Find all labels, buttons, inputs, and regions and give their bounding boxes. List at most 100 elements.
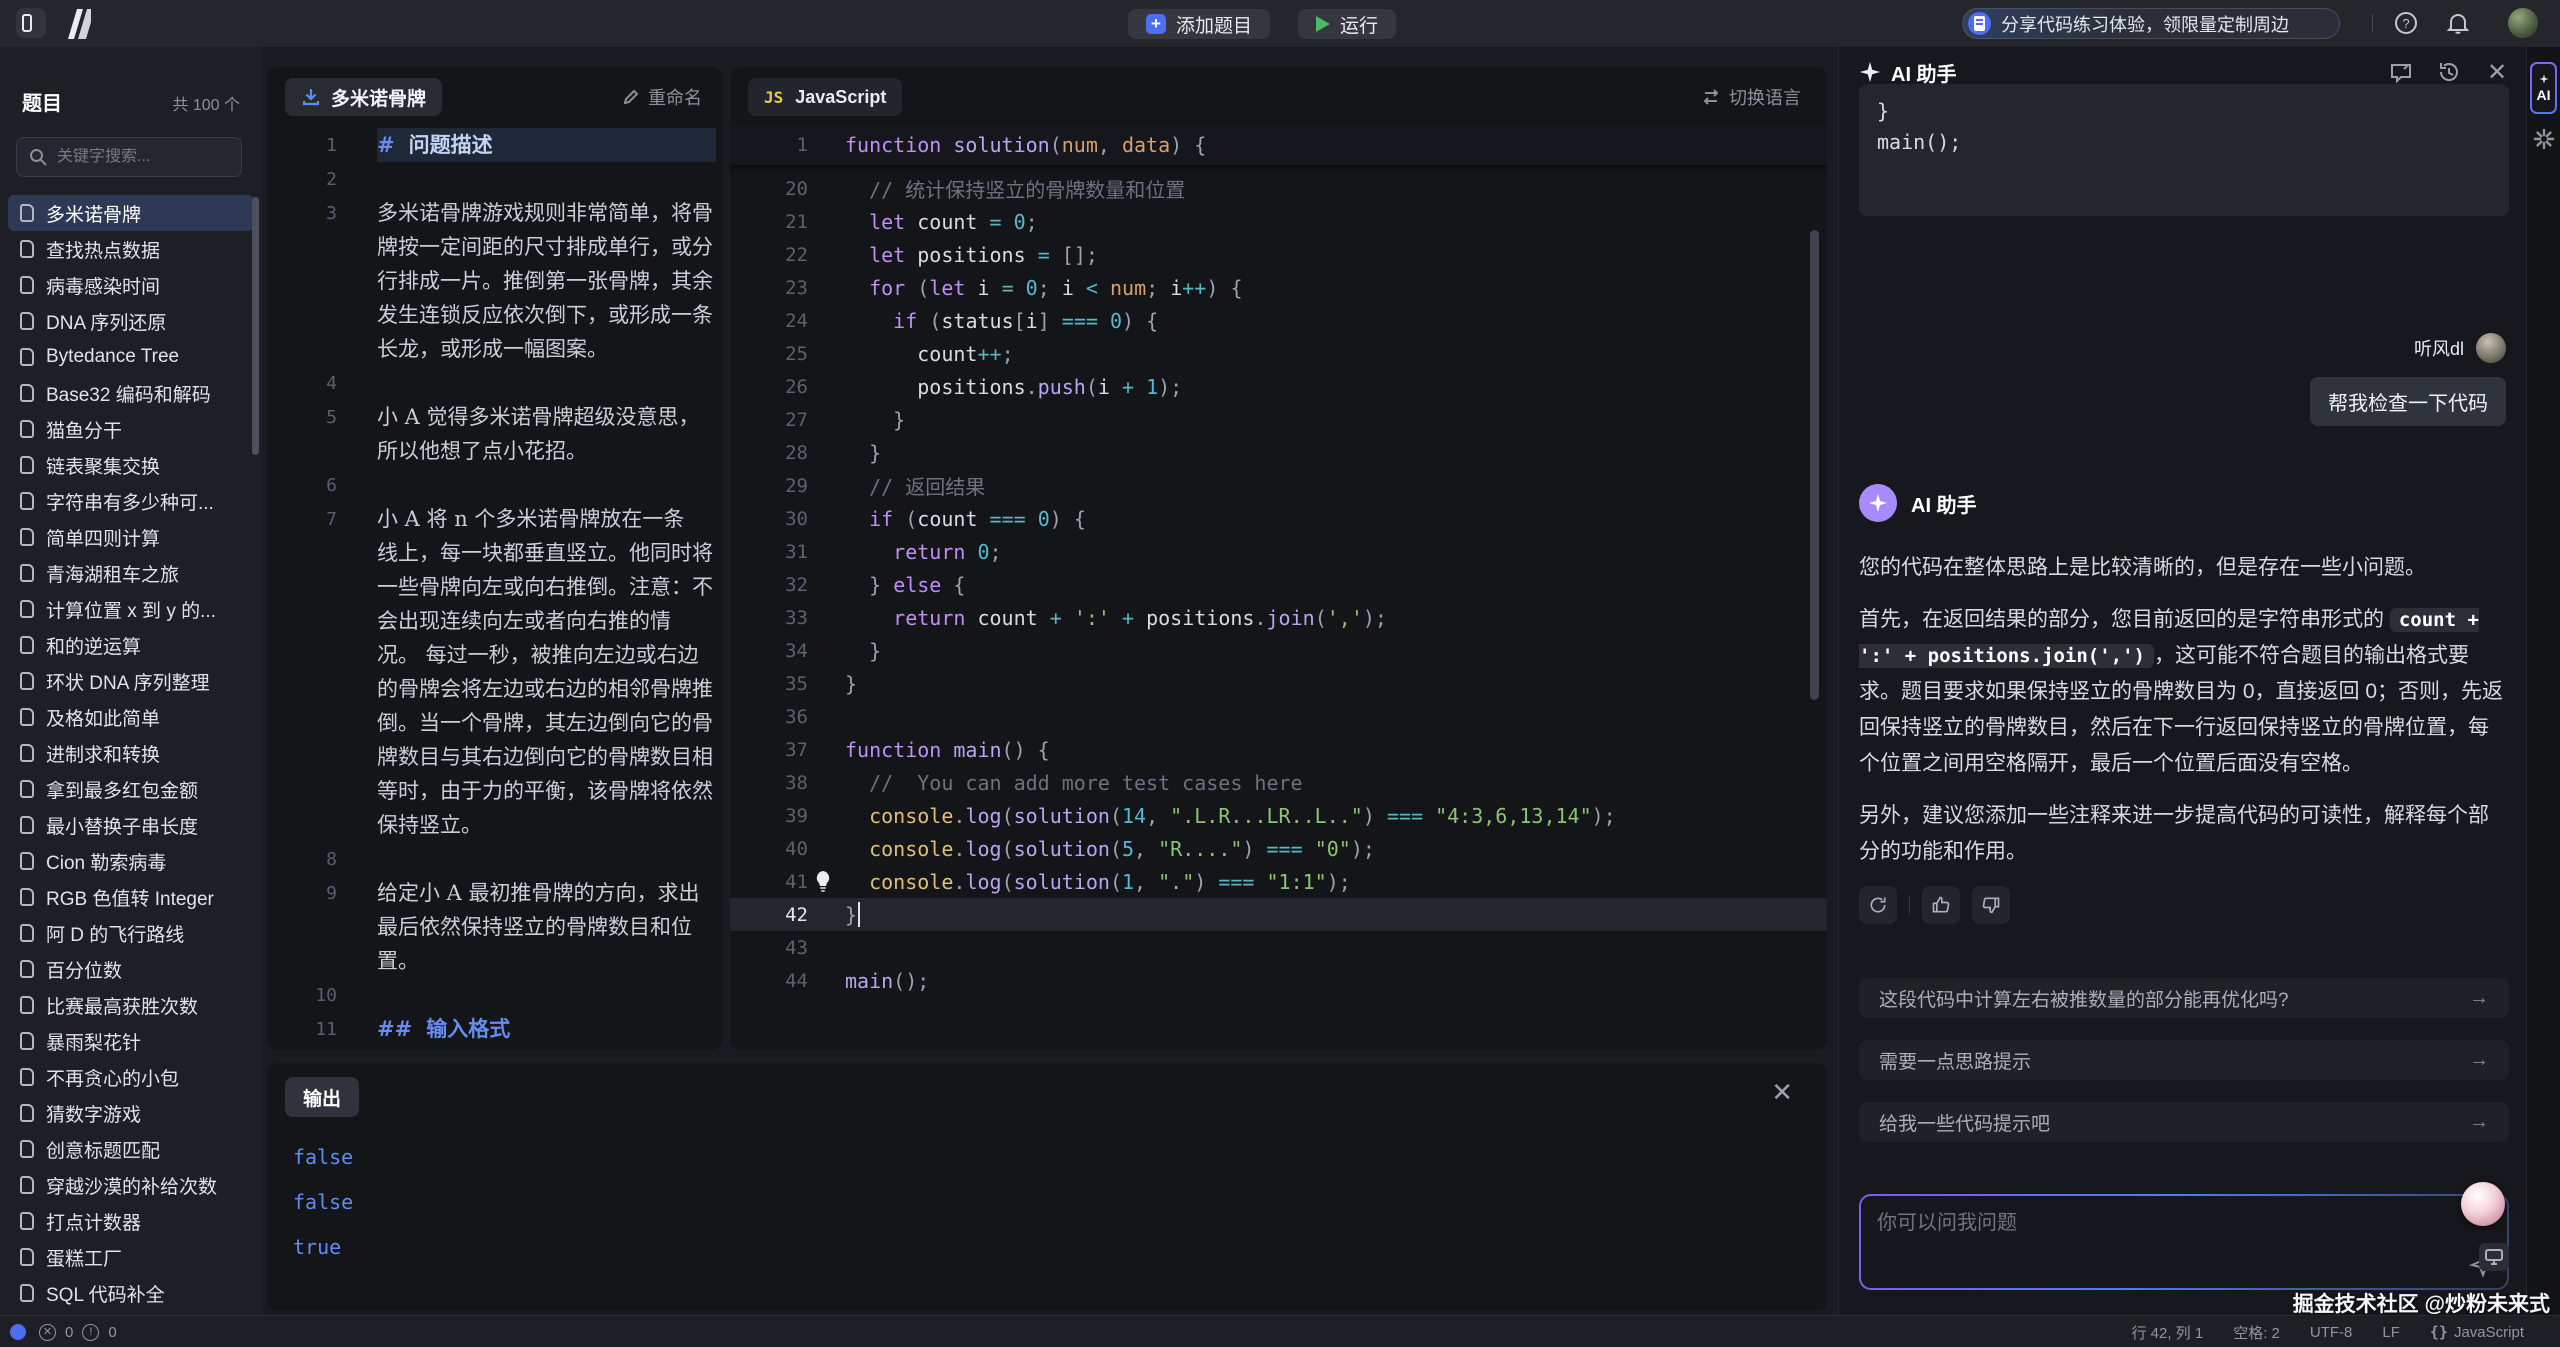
code-editor[interactable]: 1function solution(num, data) { 20 // 统计… [730, 125, 1827, 1050]
sticky-code-line[interactable]: 1function solution(num, data) { [730, 125, 1827, 165]
chat-input-box[interactable] [1859, 1194, 2509, 1290]
problem-list-item[interactable]: 打点计数器 [8, 1203, 254, 1239]
problem-list-item[interactable]: Bytedance Tree [8, 339, 254, 375]
problem-list-item[interactable]: DNA 序列还原 [8, 303, 254, 339]
monitor-icon[interactable] [2479, 1243, 2509, 1271]
close-icon[interactable]: ✕ [2484, 59, 2510, 85]
problem-list-item[interactable]: 计算位置 x 到 y 的... [8, 591, 254, 627]
problem-list-item[interactable]: 百分位数 [8, 951, 254, 987]
extension-icon[interactable] [2532, 127, 2556, 151]
code-line[interactable]: 40 console.log(solution(5, "R....") === … [730, 832, 1827, 865]
code-line[interactable]: 42} [730, 898, 1827, 931]
mascot-avatar[interactable] [2461, 1182, 2505, 1226]
problem-list-item[interactable]: 创意标题匹配 [8, 1131, 254, 1167]
code-line[interactable]: 20 // 统计保持竖立的骨牌数量和位置 [730, 172, 1827, 205]
problem-list-item[interactable]: 拿到最多红包金额 [8, 771, 254, 807]
regenerate-button[interactable] [1859, 886, 1897, 924]
code-line[interactable]: 34 } [730, 634, 1827, 667]
problem-list-item[interactable]: 进制求和转换 [8, 735, 254, 771]
code-lines[interactable]: 20 // 统计保持竖立的骨牌数量和位置21 let count = 0;22 … [730, 165, 1827, 997]
add-problem-button[interactable]: + 添加题目 [1128, 9, 1270, 39]
problem-list-item[interactable]: 链表聚集交换 [8, 447, 254, 483]
status-indicator-icon[interactable] [10, 1324, 26, 1340]
code-line[interactable]: 22 let positions = []; [730, 238, 1827, 271]
warnings-icon[interactable]: ! [82, 1324, 99, 1341]
switch-language-button[interactable]: 切换语言 [1701, 84, 1801, 110]
problem-list-item[interactable]: 简单四则计算 [8, 519, 254, 555]
code-line[interactable]: 32 } else { [730, 568, 1827, 601]
code-line[interactable]: 38 // You can add more test cases here [730, 766, 1827, 799]
problem-list-item[interactable]: Base32 编码和解码 [8, 375, 254, 411]
problem-list-item[interactable]: 多米诺骨牌 [8, 195, 254, 231]
code-line[interactable]: 30 if (count === 0) { [730, 502, 1827, 535]
code-line[interactable]: 39 console.log(solution(14, ".L.R...LR..… [730, 799, 1827, 832]
code-line[interactable]: 26 positions.push(i + 1); [730, 370, 1827, 403]
problem-list-item[interactable]: 查找热点数据 [8, 231, 254, 267]
suggestion-pill[interactable]: 需要一点思路提示→ [1859, 1040, 2509, 1080]
language-mode[interactable]: {}JavaScript [2430, 1323, 2524, 1341]
history-icon[interactable] [2436, 59, 2462, 85]
code-line[interactable]: 35} [730, 667, 1827, 700]
errors-icon[interactable]: ✕ [39, 1324, 56, 1341]
description-tab[interactable]: 多米诺骨牌 [285, 78, 442, 116]
problem-list-item[interactable]: 暴雨梨花针 [8, 1023, 254, 1059]
code-line[interactable]: 31 return 0; [730, 535, 1827, 568]
code-line[interactable]: 24 if (status[i] === 0) { [730, 304, 1827, 337]
new-conversation-icon[interactable] [2388, 59, 2414, 85]
code-line[interactable]: 29 // 返回结果 [730, 469, 1827, 502]
problem-list-item[interactable]: 病毒感染时间 [8, 267, 254, 303]
markdown-source[interactable]: 1#问题描述23多米诺骨牌游戏规则非常简单，将骨牌按一定间距的尺寸排成单行，或分… [267, 128, 722, 1046]
lightbulb-icon[interactable] [814, 870, 832, 892]
promo-banner[interactable]: 分享代码练习体验，领限量定制周边 [1962, 8, 2340, 39]
problem-list-item[interactable]: 比赛最高获胜次数 [8, 987, 254, 1023]
indent-setting[interactable]: 空格: 2 [2233, 1322, 2280, 1343]
run-button[interactable]: 运行 [1298, 9, 1396, 39]
sidebar-scrollbar[interactable] [252, 197, 259, 455]
sidebar-toggle-icon[interactable] [16, 8, 46, 38]
code-line[interactable]: 37function main() { [730, 733, 1827, 766]
problem-list-item[interactable]: 环状 DNA 序列整理 [8, 663, 254, 699]
editor-scrollbar[interactable] [1810, 230, 1819, 700]
code-line[interactable]: 23 for (let i = 0; i < num; i++) { [730, 271, 1827, 304]
code-line[interactable]: 25 count++; [730, 337, 1827, 370]
cursor-position[interactable]: 行 42, 列 1 [2132, 1322, 2204, 1343]
code-line[interactable]: 33 return count + ':' + positions.join('… [730, 601, 1827, 634]
problem-list-item[interactable]: Cion 勒索病毒 [8, 843, 254, 879]
thumbs-up-button[interactable] [1922, 886, 1960, 924]
output-tab[interactable]: 输出 [285, 1077, 359, 1117]
close-output-icon[interactable]: ✕ [1771, 1079, 1793, 1105]
code-line[interactable]: 43 [730, 931, 1827, 964]
suggestion-pill[interactable]: 这段代码中计算左右被推数量的部分能再优化吗?→ [1859, 978, 2509, 1018]
notifications-bell-icon[interactable] [2446, 11, 2470, 35]
problem-list-item[interactable]: 蛋糕工厂 [8, 1239, 254, 1275]
code-line[interactable]: 36 [730, 700, 1827, 733]
problem-list-item[interactable]: 最小替换子串长度 [8, 807, 254, 843]
problem-list-item[interactable]: 阿 D 的飞行路线 [8, 915, 254, 951]
problem-list-item[interactable]: 字符串有多少种可... [8, 483, 254, 519]
problem-list-item[interactable]: 青海湖租车之旅 [8, 555, 254, 591]
thumbs-down-button[interactable] [1972, 886, 2010, 924]
encoding[interactable]: UTF-8 [2310, 1324, 2353, 1341]
user-avatar[interactable] [2508, 8, 2538, 38]
search-box[interactable] [16, 137, 242, 177]
problem-list-item[interactable]: RGB 色值转 Integer [8, 879, 254, 915]
chat-input[interactable] [1877, 1206, 2437, 1276]
suggestion-pill[interactable]: 给我一些代码提示吧→ [1859, 1102, 2509, 1142]
code-line[interactable]: 28 } [730, 436, 1827, 469]
ai-toolbar-button[interactable]: AI [2530, 62, 2557, 114]
code-line[interactable]: 21 let count = 0; [730, 205, 1827, 238]
language-tab[interactable]: JS JavaScript [748, 78, 902, 116]
problem-list-item[interactable]: 和的逆运算 [8, 627, 254, 663]
problem-list-item[interactable]: 穿越沙漠的补给次数 [8, 1167, 254, 1203]
problem-list-item[interactable]: 猫鱼分干 [8, 411, 254, 447]
problem-list-item[interactable]: 猜数字游戏 [8, 1095, 254, 1131]
search-input[interactable] [57, 148, 227, 166]
code-line[interactable]: 27 } [730, 403, 1827, 436]
help-icon[interactable]: ? [2394, 11, 2418, 35]
code-line[interactable]: 41 console.log(solution(1, ".") === "1:1… [730, 865, 1827, 898]
code-line[interactable]: 44main(); [730, 964, 1827, 997]
problem-list-item[interactable]: SQL 代码补全 [8, 1275, 254, 1311]
eol-setting[interactable]: LF [2382, 1324, 2400, 1341]
rename-button[interactable]: 重命名 [622, 84, 702, 110]
app-logo-icon[interactable] [58, 8, 96, 40]
